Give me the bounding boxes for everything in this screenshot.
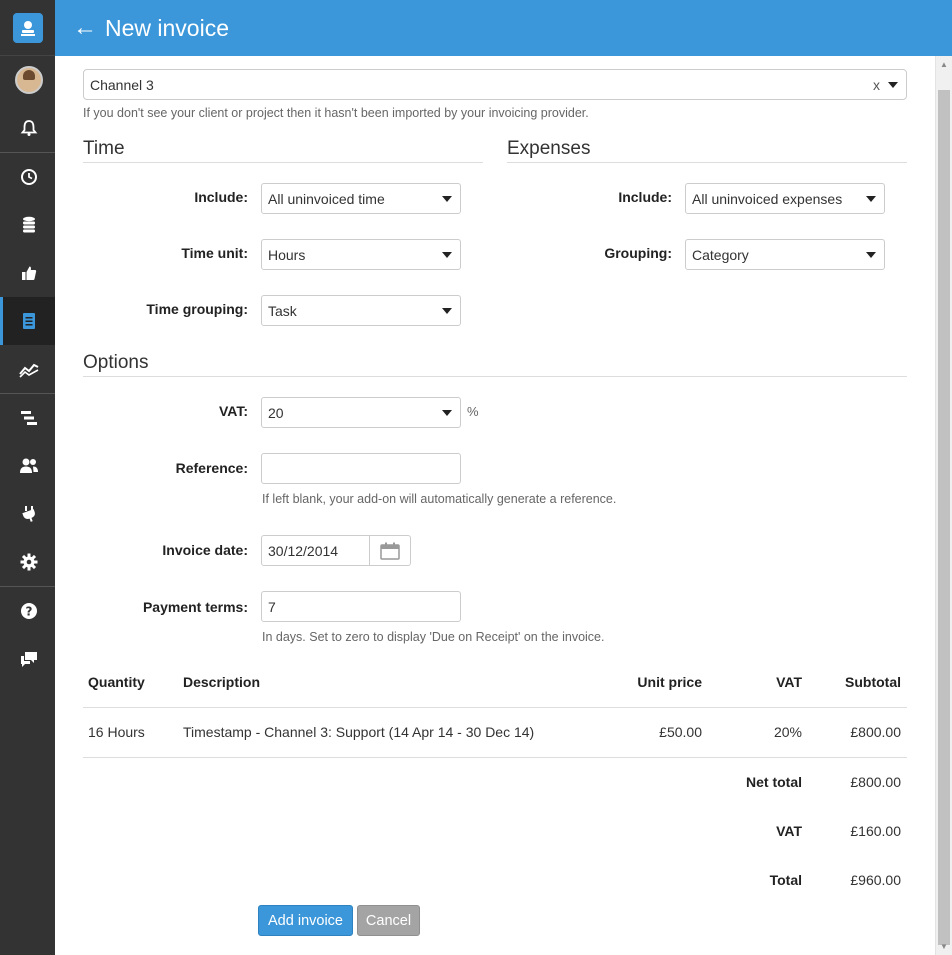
time-grouping-label: Time grouping: — [146, 301, 248, 317]
col-subtotal: Subtotal — [845, 674, 901, 690]
add-invoice-button[interactable]: Add invoice — [258, 905, 353, 936]
scroll-up-icon[interactable]: ▲ — [936, 56, 952, 73]
reference-label: Reference: — [175, 460, 248, 476]
sidebar-item-settings[interactable] — [0, 538, 55, 586]
chevron-down-icon — [866, 196, 876, 202]
grand-total-value: £960.00 — [850, 872, 901, 888]
date-picker-button[interactable] — [370, 535, 411, 566]
expenses-include-label: Include: — [618, 189, 672, 205]
chat-icon — [21, 652, 37, 667]
col-description: Description — [183, 674, 261, 690]
clear-selection-icon[interactable]: x — [873, 77, 880, 93]
plug-icon — [22, 506, 35, 522]
vat-total-label: VAT — [776, 823, 802, 839]
users-icon — [20, 458, 38, 473]
scroll-down-icon[interactable]: ▼ — [936, 938, 952, 955]
options-section-title: Options — [83, 352, 907, 377]
grand-total-label: Total — [769, 872, 802, 888]
expenses-grouping-value: Category — [692, 246, 749, 263]
page-header: ← New invoice — [55, 0, 952, 56]
payment-terms-input[interactable]: 7 — [261, 591, 461, 622]
net-total-label: Net total — [746, 774, 802, 790]
user-avatar-item[interactable] — [0, 56, 55, 104]
expenses-grouping-select[interactable]: Category — [685, 239, 885, 270]
sidebar-item-invoices[interactable] — [0, 297, 55, 345]
vat-total-value: £160.00 — [850, 823, 901, 839]
cancel-button[interactable]: Cancel — [357, 905, 420, 936]
sidebar-item-reports[interactable] — [0, 345, 55, 393]
time-grouping-value: Task — [268, 302, 297, 319]
scrollbar-thumb[interactable] — [938, 90, 950, 945]
client-select-value: Channel 3 — [90, 76, 154, 93]
row-vat: 20% — [773, 724, 802, 740]
invoice-icon — [23, 313, 35, 329]
reference-input[interactable] — [261, 453, 461, 484]
tasks-icon — [21, 411, 37, 425]
chevron-down-icon — [442, 252, 452, 258]
sidebar: ? — [0, 0, 55, 955]
back-arrow-icon[interactable]: ← — [73, 14, 97, 42]
clock-icon — [21, 169, 37, 185]
invoice-date-label: Invoice date: — [162, 542, 248, 558]
calendar-icon — [380, 542, 400, 560]
sidebar-item-data[interactable] — [0, 201, 55, 249]
sidebar-item-users[interactable] — [0, 442, 55, 490]
sidebar-item-notifications[interactable] — [0, 104, 55, 152]
row-quantity: 16 Hours — [88, 724, 145, 740]
col-quantity: Quantity — [88, 674, 145, 690]
time-unit-value: Hours — [268, 246, 306, 263]
help-icon: ? — [21, 603, 37, 619]
time-include-label: Include: — [194, 189, 248, 205]
col-vat: VAT — [776, 674, 802, 690]
time-include-value: All uninvoiced time — [268, 190, 385, 207]
vat-label: VAT: — [218, 403, 248, 419]
bell-icon — [20, 120, 38, 136]
expenses-include-value: All uninvoiced expenses — [692, 190, 843, 207]
sidebar-item-timesheets[interactable] — [0, 153, 55, 201]
invoice-date-input[interactable]: 30/12/2014 — [261, 535, 370, 566]
expenses-include-select[interactable]: All uninvoiced expenses — [685, 183, 885, 214]
net-total-value: £800.00 — [850, 774, 901, 790]
database-icon — [23, 216, 35, 233]
chart-icon — [19, 363, 39, 378]
vat-value: 20 — [268, 404, 284, 421]
page-title: New invoice — [105, 14, 229, 41]
row-description: Timestamp - Channel 3: Support (14 Apr 1… — [183, 724, 535, 740]
expenses-section-title: Expenses — [507, 138, 907, 163]
col-unit-price: Unit price — [637, 674, 702, 690]
row-unit-price: £50.00 — [659, 724, 702, 740]
chevron-down-icon — [442, 410, 452, 416]
chevron-down-icon — [888, 82, 898, 88]
svg-text:?: ? — [26, 605, 33, 619]
thumbs-up-icon — [22, 266, 37, 280]
vertical-scrollbar[interactable]: ▲ ▼ — [935, 56, 952, 955]
sidebar-item-integrations[interactable] — [0, 490, 55, 538]
app-logo[interactable] — [0, 0, 55, 56]
time-include-select[interactable]: All uninvoiced time — [261, 183, 461, 214]
sidebar-item-tasks[interactable] — [0, 394, 55, 442]
stamp-logo-icon — [12, 12, 43, 43]
time-grouping-select[interactable]: Task — [261, 295, 461, 326]
chevron-down-icon — [442, 308, 452, 314]
avatar — [15, 66, 43, 94]
expenses-grouping-label: Grouping: — [604, 245, 672, 261]
client-hint: If you don't see your client or project … — [83, 106, 589, 120]
time-unit-select[interactable]: Hours — [261, 239, 461, 270]
sidebar-item-help[interactable]: ? — [0, 587, 55, 635]
reference-hint: If left blank, your add-on will automati… — [262, 492, 617, 506]
time-unit-label: Time unit: — [181, 245, 248, 261]
time-section-title: Time — [83, 138, 483, 163]
payment-terms-label: Payment terms: — [142, 599, 248, 615]
chevron-down-icon — [442, 196, 452, 202]
client-project-select[interactable]: Channel 3 x — [83, 69, 907, 100]
vat-unit: % — [467, 404, 479, 419]
vat-select[interactable]: 20 — [261, 397, 461, 428]
gear-icon — [20, 553, 38, 571]
sidebar-item-feedback[interactable] — [0, 635, 55, 683]
sidebar-item-approvals[interactable] — [0, 249, 55, 297]
row-subtotal: £800.00 — [850, 724, 901, 740]
chevron-down-icon — [866, 252, 876, 258]
payment-terms-hint: In days. Set to zero to display 'Due on … — [262, 630, 605, 644]
